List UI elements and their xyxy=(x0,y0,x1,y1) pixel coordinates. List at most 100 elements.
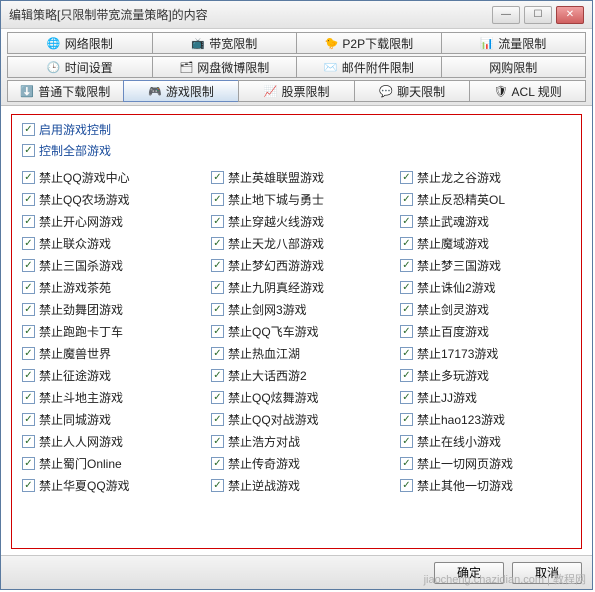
tab-label: ACL 规则 xyxy=(512,83,562,100)
game-checkbox[interactable]: ✓禁止在线小游戏 xyxy=(400,433,571,450)
checkbox-label: 禁止QQ对战游戏 xyxy=(228,411,319,428)
game-checkbox[interactable]: ✓ 禁止武魂游戏 xyxy=(400,213,571,230)
tab-时间设置[interactable]: 🕒时间设置 xyxy=(7,56,153,78)
checkbox-label: 禁止浩方对战 xyxy=(228,433,300,450)
checkbox-icon: ✓ xyxy=(400,435,413,448)
checkbox-label: 禁止武魂游戏 xyxy=(417,213,489,230)
ok-button[interactable]: 确定 xyxy=(434,562,504,584)
game-checkbox[interactable]: ✓禁止开心网游戏 xyxy=(22,213,193,230)
tab-网盘微博限制[interactable]: 🗂 网盘微博限制 xyxy=(152,56,298,78)
tab-icon: 🗂 xyxy=(179,60,193,74)
game-checkbox[interactable]: ✓禁止同城游戏 xyxy=(22,411,193,428)
game-checkbox[interactable]: ✓禁止QQ炫舞游戏 xyxy=(211,389,382,406)
tab-网购限制[interactable]: 网购限制 xyxy=(441,56,587,78)
game-checkbox[interactable]: ✓禁止传奇游戏 xyxy=(211,455,382,472)
checkbox-icon: ✓ xyxy=(22,123,35,136)
game-checkbox[interactable]: ✓禁止人人网游戏 xyxy=(22,433,193,450)
checkbox-icon: ✓ xyxy=(22,281,35,294)
game-checkbox[interactable]: ✓禁止梦幻西游游戏 xyxy=(211,257,382,274)
tab-股票限制[interactable]: 📈股票限制 xyxy=(238,80,355,102)
cancel-button[interactable]: 取消 xyxy=(512,562,582,584)
maximize-button[interactable]: ☐ xyxy=(524,6,552,24)
checkbox-label: 禁止天龙八部游戏 xyxy=(228,235,324,252)
checkbox-icon: ✓ xyxy=(211,391,224,404)
tab-label: 网盘微博限制 xyxy=(197,59,269,76)
minimize-button[interactable]: — xyxy=(492,6,520,24)
game-checkbox[interactable]: ✓禁止劲舞团游戏 xyxy=(22,301,193,318)
game-checkbox[interactable]: ✓禁止三国杀游戏 xyxy=(22,257,193,274)
tab-网络限制[interactable]: 🌐网络限制 xyxy=(7,32,153,54)
tab-流量限制[interactable]: 📊流量限制 xyxy=(441,32,587,54)
checkbox-column: ✓禁止龙之谷游戏✓禁止反恐精英OL✓禁止武魂游戏✓禁止魔域游戏✓禁止梦三国游戏✓… xyxy=(400,169,571,494)
game-checkbox[interactable]: ✓禁止其他一切游戏 xyxy=(400,477,571,494)
game-checkbox[interactable]: ✓禁止九阴真经游戏 xyxy=(211,279,382,296)
game-checkbox[interactable]: ✓禁止多玩游戏 xyxy=(400,367,571,384)
checkbox-label: 禁止魔域游戏 xyxy=(417,235,489,252)
game-checkbox[interactable]: ✓禁止地下城与勇士 xyxy=(211,191,382,208)
game-checkbox[interactable]: ✓禁止征途游戏 xyxy=(22,367,193,384)
game-checkbox[interactable]: ✓禁止逆战游戏 xyxy=(211,477,382,494)
tab-P2P下载限制[interactable]: 🐤P2P下载限制 xyxy=(296,32,442,54)
control-all-games-checkbox[interactable]: ✓ 控制全部游戏 xyxy=(22,142,571,159)
checkbox-icon: ✓ xyxy=(22,259,35,272)
game-checkbox[interactable]: ✓禁止百度游戏 xyxy=(400,323,571,340)
game-checkbox[interactable]: ✓禁止hao123游戏 xyxy=(400,411,571,428)
checkbox-icon: ✓ xyxy=(211,413,224,426)
checkbox-icon: ✓ xyxy=(400,479,413,492)
tab-邮件附件限制[interactable]: ✉️邮件附件限制 xyxy=(296,56,442,78)
tab-ACL 规则[interactable]: 🛡ACL 规则 xyxy=(469,80,586,102)
checkbox-icon: ✓ xyxy=(22,457,35,470)
game-checkbox[interactable]: ✓禁止斗地主游戏 xyxy=(22,389,193,406)
checkbox-icon: ✓ xyxy=(400,171,413,184)
tab-游戏限制[interactable]: 🎮游戏限制 xyxy=(123,80,240,102)
game-checkbox[interactable]: ✓禁止联众游戏 xyxy=(22,235,193,252)
game-checkbox[interactable]: ✓禁止JJ游戏 xyxy=(400,389,571,406)
game-checkbox[interactable]: ✓禁止蜀门Online xyxy=(22,455,193,472)
checkbox-label: 禁止龙之谷游戏 xyxy=(417,169,501,186)
checkbox-label: 禁止游戏茶苑 xyxy=(39,279,111,296)
content-area: ✓ 启用游戏控制 ✓ 控制全部游戏 ✓禁止QQ游戏中心 ✓禁止QQ农场游戏 ✓禁止开… xyxy=(1,106,592,555)
game-checkbox[interactable]: ✓禁止华夏QQ游戏 xyxy=(22,477,193,494)
game-checkbox[interactable]: ✓禁止QQ游戏中心 xyxy=(22,169,193,186)
game-checkbox[interactable]: ✓ 禁止龙之谷游戏 xyxy=(400,169,571,186)
tab-带宽限制[interactable]: 📺带宽限制 xyxy=(152,32,298,54)
tab-聊天限制[interactable]: 💬聊天限制 xyxy=(354,80,471,102)
game-checkbox[interactable]: ✓禁止跑跑卡丁车 xyxy=(22,323,193,340)
checkbox-icon: ✓ xyxy=(400,215,413,228)
game-checkbox[interactable]: ✓ 禁止游戏茶苑 xyxy=(22,279,193,296)
game-checkbox[interactable]: ✓禁止魔域游戏 xyxy=(400,235,571,252)
checkbox-label: 禁止联众游戏 xyxy=(39,235,111,252)
game-checkbox[interactable]: ✓禁止穿越火线游戏 xyxy=(211,213,382,230)
checkbox-label: 禁止JJ游戏 xyxy=(417,389,477,406)
game-checkbox[interactable]: ✓禁止英雄联盟游戏 xyxy=(211,169,382,186)
checkbox-label: 禁止17173游戏 xyxy=(417,345,498,362)
checkbox-label: 禁止反恐精英OL xyxy=(417,191,505,208)
game-checkbox[interactable]: ✓禁止热血江湖 xyxy=(211,345,382,362)
close-button[interactable]: ✕ xyxy=(556,6,584,24)
game-control-group: ✓ 启用游戏控制 ✓ 控制全部游戏 ✓禁止QQ游戏中心 ✓禁止QQ农场游戏 ✓禁止开… xyxy=(11,114,582,549)
game-checkbox[interactable]: ✓禁止反恐精英OL xyxy=(400,191,571,208)
tab-普通下载限制[interactable]: ⬇️普通下载限制 xyxy=(7,80,124,102)
enable-game-control-checkbox[interactable]: ✓ 启用游戏控制 xyxy=(22,121,571,138)
game-checkbox[interactable]: ✓禁止QQ农场游戏 xyxy=(22,191,193,208)
checkbox-label: 禁止地下城与勇士 xyxy=(228,191,324,208)
game-checkbox[interactable]: ✓禁止剑网3游戏 xyxy=(211,301,382,318)
checkbox-icon: ✓ xyxy=(22,369,35,382)
game-checkbox[interactable]: ✓禁止17173游戏 xyxy=(400,345,571,362)
game-checkbox[interactable]: ✓禁止魔兽世界 xyxy=(22,345,193,362)
game-checkbox[interactable]: ✓禁止梦三国游戏 xyxy=(400,257,571,274)
game-checkbox[interactable]: ✓禁止诛仙2游戏 xyxy=(400,279,571,296)
game-checkbox[interactable]: ✓禁止浩方对战 xyxy=(211,433,382,450)
game-checkbox[interactable]: ✓禁止大话西游2 xyxy=(211,367,382,384)
game-checkbox[interactable]: ✓禁止剑灵游戏 xyxy=(400,301,571,318)
tab-icon: 📊 xyxy=(480,36,494,50)
tab-label: 网络限制 xyxy=(65,35,113,52)
checkbox-icon: ✓ xyxy=(22,193,35,206)
game-checkbox[interactable]: ✓禁止一切网页游戏 xyxy=(400,455,571,472)
game-checkbox[interactable]: ✓ 禁止QQ对战游戏 xyxy=(211,411,382,428)
game-checkbox[interactable]: ✓禁止QQ飞车游戏 xyxy=(211,323,382,340)
game-checkbox[interactable]: ✓禁止天龙八部游戏 xyxy=(211,235,382,252)
checkbox-icon: ✓ xyxy=(211,215,224,228)
checkbox-icon: ✓ xyxy=(22,215,35,228)
checkbox-icon: ✓ xyxy=(400,413,413,426)
